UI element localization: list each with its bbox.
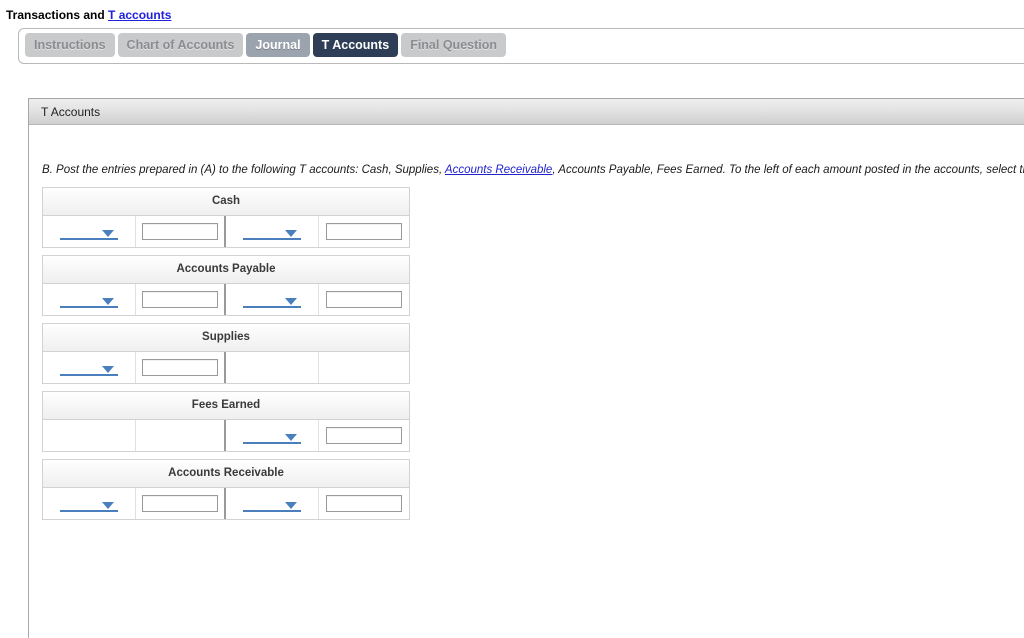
debit-date-cell [43, 216, 137, 247]
select-underline [60, 510, 119, 512]
t-account-entry-row [43, 488, 409, 519]
credit-amount-cell [319, 216, 409, 247]
credit-amount-cell [319, 352, 409, 383]
select-underline [60, 306, 119, 308]
debit-amount-cell [136, 488, 226, 519]
t-accounts-panel: T Accounts B. Post the entries prepared … [28, 98, 1024, 638]
debit-amount-input[interactable] [142, 291, 219, 308]
debit-date-cell [43, 284, 137, 315]
debit-date-select[interactable] [60, 495, 119, 512]
debit-amount-input[interactable] [142, 495, 219, 512]
t-account: Fees Earned [42, 391, 410, 452]
t-account: Accounts Payable [42, 255, 410, 316]
t-account-entry-row [43, 420, 409, 451]
select-underline [243, 510, 302, 512]
chevron-down-icon [102, 366, 115, 373]
credit-amount-input[interactable] [326, 427, 403, 444]
credit-amount-input[interactable] [326, 291, 403, 308]
credit-amount-cell [319, 420, 409, 451]
panel-header-title: T Accounts [29, 99, 1024, 125]
chevron-down-icon [285, 502, 298, 509]
select-underline [243, 306, 302, 308]
select-underline [60, 238, 119, 240]
t-account-entry-row [43, 284, 409, 315]
credit-date-select[interactable] [243, 291, 302, 308]
t-account-entry-row [43, 352, 409, 383]
debit-amount-cell [136, 216, 226, 247]
t-account: Cash [42, 187, 410, 248]
t-account-title: Accounts Receivable [43, 460, 409, 488]
debit-amount-input[interactable] [142, 223, 219, 240]
t-account-title: Supplies [43, 324, 409, 352]
t-account-title: Accounts Payable [43, 256, 409, 284]
instruction-text: B. Post the entries prepared in (A) to t… [29, 125, 1024, 177]
t-account-entry-row [43, 216, 409, 247]
credit-amount-cell [319, 488, 409, 519]
page-title-text: Transactions and [6, 8, 109, 22]
chevron-down-icon [102, 502, 115, 509]
t-accounts-list: Cash Accounts Payable Supplies Fees Earned A… [42, 187, 1024, 520]
select-underline [243, 442, 302, 444]
instruction-part2: , Accounts Payable, Fees Earned. To the … [552, 164, 1024, 176]
tab-bar: Instructions Chart of Accounts Journal T Ac… [18, 28, 1024, 64]
credit-date-select[interactable] [243, 223, 302, 240]
tab-instructions[interactable]: Instructions [25, 33, 115, 57]
tab-journal[interactable]: Journal [246, 33, 310, 57]
chevron-down-icon [285, 434, 298, 441]
t-account: Accounts Receivable [42, 459, 410, 520]
select-underline [243, 238, 302, 240]
credit-amount-cell [319, 284, 409, 315]
tab-list: Instructions Chart of Accounts Journal T Ac… [25, 33, 1024, 57]
chevron-down-icon [285, 230, 298, 237]
debit-date-select[interactable] [60, 291, 119, 308]
debit-amount-input[interactable] [142, 359, 219, 376]
t-account-title: Cash [43, 188, 409, 216]
debit-date-select[interactable] [60, 359, 119, 376]
tab-chart-of-accounts[interactable]: Chart of Accounts [117, 33, 244, 57]
chevron-down-icon [102, 298, 115, 305]
debit-date-select[interactable] [60, 223, 119, 240]
debit-amount-cell [136, 420, 226, 451]
credit-date-cell [226, 488, 320, 519]
credit-date-cell [226, 284, 320, 315]
debit-date-cell [43, 488, 137, 519]
t-account: Supplies [42, 323, 410, 384]
accounts-receivable-link[interactable]: Accounts Receivable [445, 164, 552, 176]
tab-final-question[interactable]: Final Question [401, 33, 506, 57]
credit-amount-input[interactable] [326, 495, 403, 512]
debit-amount-cell [136, 352, 226, 383]
chevron-down-icon [285, 298, 298, 305]
page-title: Transactions and T accounts [0, 0, 1024, 22]
select-underline [60, 374, 119, 376]
t-account-title: Fees Earned [43, 392, 409, 420]
credit-amount-input[interactable] [326, 223, 403, 240]
tab-t-accounts[interactable]: T Accounts [312, 33, 399, 57]
credit-date-cell [226, 420, 320, 451]
debit-date-cell [43, 420, 137, 451]
debit-date-cell [43, 352, 137, 383]
chevron-down-icon [102, 230, 115, 237]
credit-date-select[interactable] [243, 427, 302, 444]
debit-amount-cell [136, 284, 226, 315]
credit-date-select[interactable] [243, 495, 302, 512]
t-accounts-link[interactable]: T accounts [108, 8, 171, 22]
credit-date-cell [226, 216, 320, 247]
credit-date-cell [226, 352, 320, 383]
instruction-part1: B. Post the entries prepared in (A) to t… [42, 164, 445, 176]
panel-body: B. Post the entries prepared in (A) to t… [29, 125, 1024, 520]
